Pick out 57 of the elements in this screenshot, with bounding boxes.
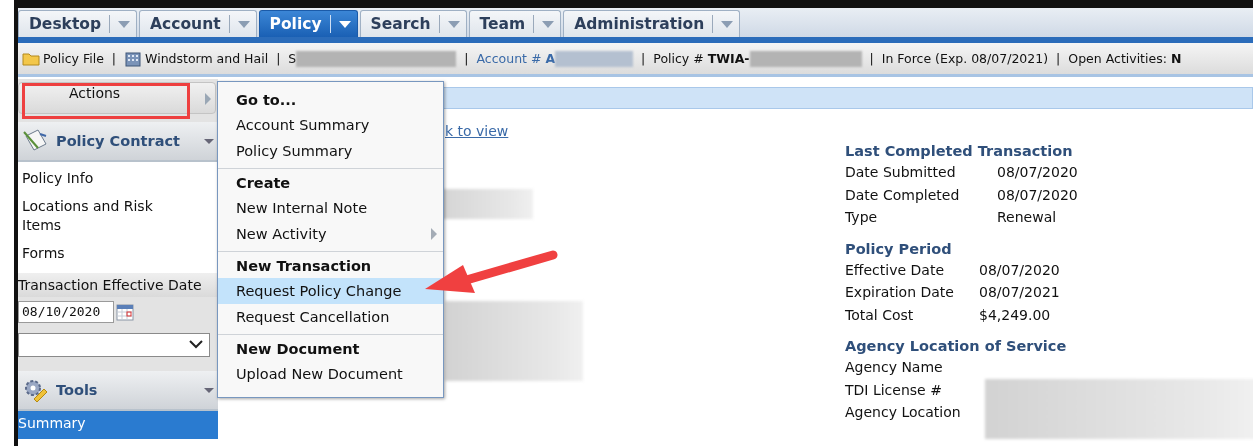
nav-tab[interactable]: Team xyxy=(468,10,562,37)
menu-heading: New Transaction xyxy=(235,257,373,276)
field-label: Date Submitted xyxy=(845,163,957,182)
info-text: In Force (Exp. 08/07/2021) xyxy=(881,51,1049,66)
nav-tab[interactable]: Administration xyxy=(563,10,741,37)
field-value: 08/07/2020 xyxy=(979,260,1060,280)
field-value: 08/07/2020 xyxy=(997,185,1078,205)
separator: | xyxy=(641,51,646,66)
separator: | xyxy=(1056,51,1061,66)
section-header[interactable]: Tools xyxy=(18,371,218,411)
nav-tab[interactable]: Policy xyxy=(258,10,358,37)
menu-item[interactable]: Policy Summary xyxy=(218,138,443,164)
info-text: Open Activities: N xyxy=(1068,51,1182,66)
info-text: S xyxy=(288,51,297,66)
separator: | xyxy=(111,51,117,66)
actions-button[interactable]: Actions xyxy=(18,82,216,115)
field-label: TDI License # xyxy=(845,380,943,400)
sidebar-item[interactable]: Locations and Risk Items xyxy=(22,193,194,241)
info-text: Policy # TWIA- xyxy=(653,51,750,66)
menu-item[interactable]: Account Summary xyxy=(218,112,443,138)
menu-heading: New Document xyxy=(235,340,361,359)
field-label: Transaction Effective Date xyxy=(18,272,218,297)
section-heading: Last Completed Transaction xyxy=(845,143,1074,159)
nav-tab[interactable]: Desktop xyxy=(18,10,138,37)
field-value: 08/07/2021 xyxy=(979,283,1060,302)
section-heading: Policy Period xyxy=(845,240,953,257)
sidebar-item[interactable]: Policy Info xyxy=(22,165,194,194)
field-value: 08/07/2020 xyxy=(997,163,1078,182)
field-label: Type xyxy=(845,208,879,227)
date-field[interactable]: 08/10/2020 xyxy=(18,300,114,323)
menu-item[interactable]: Request Cancellation xyxy=(218,304,443,330)
field-label: Effective Date xyxy=(845,260,945,280)
separator: | xyxy=(464,51,469,66)
field-label: Expiration Date xyxy=(845,283,955,302)
menu-item[interactable]: Request Policy Change xyxy=(218,278,443,304)
menu-heading: Create xyxy=(235,174,292,193)
info-text: Windstorm and Hail xyxy=(145,51,269,66)
separator: | xyxy=(276,51,281,66)
separator: | xyxy=(869,51,874,66)
field-value: Renewal xyxy=(997,208,1057,227)
nav-tab[interactable]: Account xyxy=(139,10,257,37)
sidebar-item[interactable]: Forms xyxy=(22,240,194,269)
section-header[interactable]: Policy Contract xyxy=(18,122,218,162)
menu-heading: Go to... xyxy=(235,91,298,110)
section-heading: Agency Location of Service xyxy=(845,338,1068,354)
menu-item[interactable]: Upload New Document xyxy=(218,361,443,387)
info-text: Policy File xyxy=(43,51,104,66)
field-value: $4,249.00 xyxy=(979,305,1051,325)
field-label: Agency Name xyxy=(845,358,944,377)
menu-item[interactable]: New Internal Note xyxy=(218,195,443,221)
field-label: Total Cost xyxy=(845,305,915,325)
account-link[interactable]: Account # A xyxy=(476,51,556,66)
nav-tab[interactable]: Search xyxy=(359,10,467,37)
menu-item[interactable]: New Activity xyxy=(218,221,443,247)
view-link[interactable]: k to view xyxy=(445,123,509,139)
field-label: Agency Location xyxy=(845,403,962,422)
field-label: Date Completed xyxy=(845,185,961,205)
